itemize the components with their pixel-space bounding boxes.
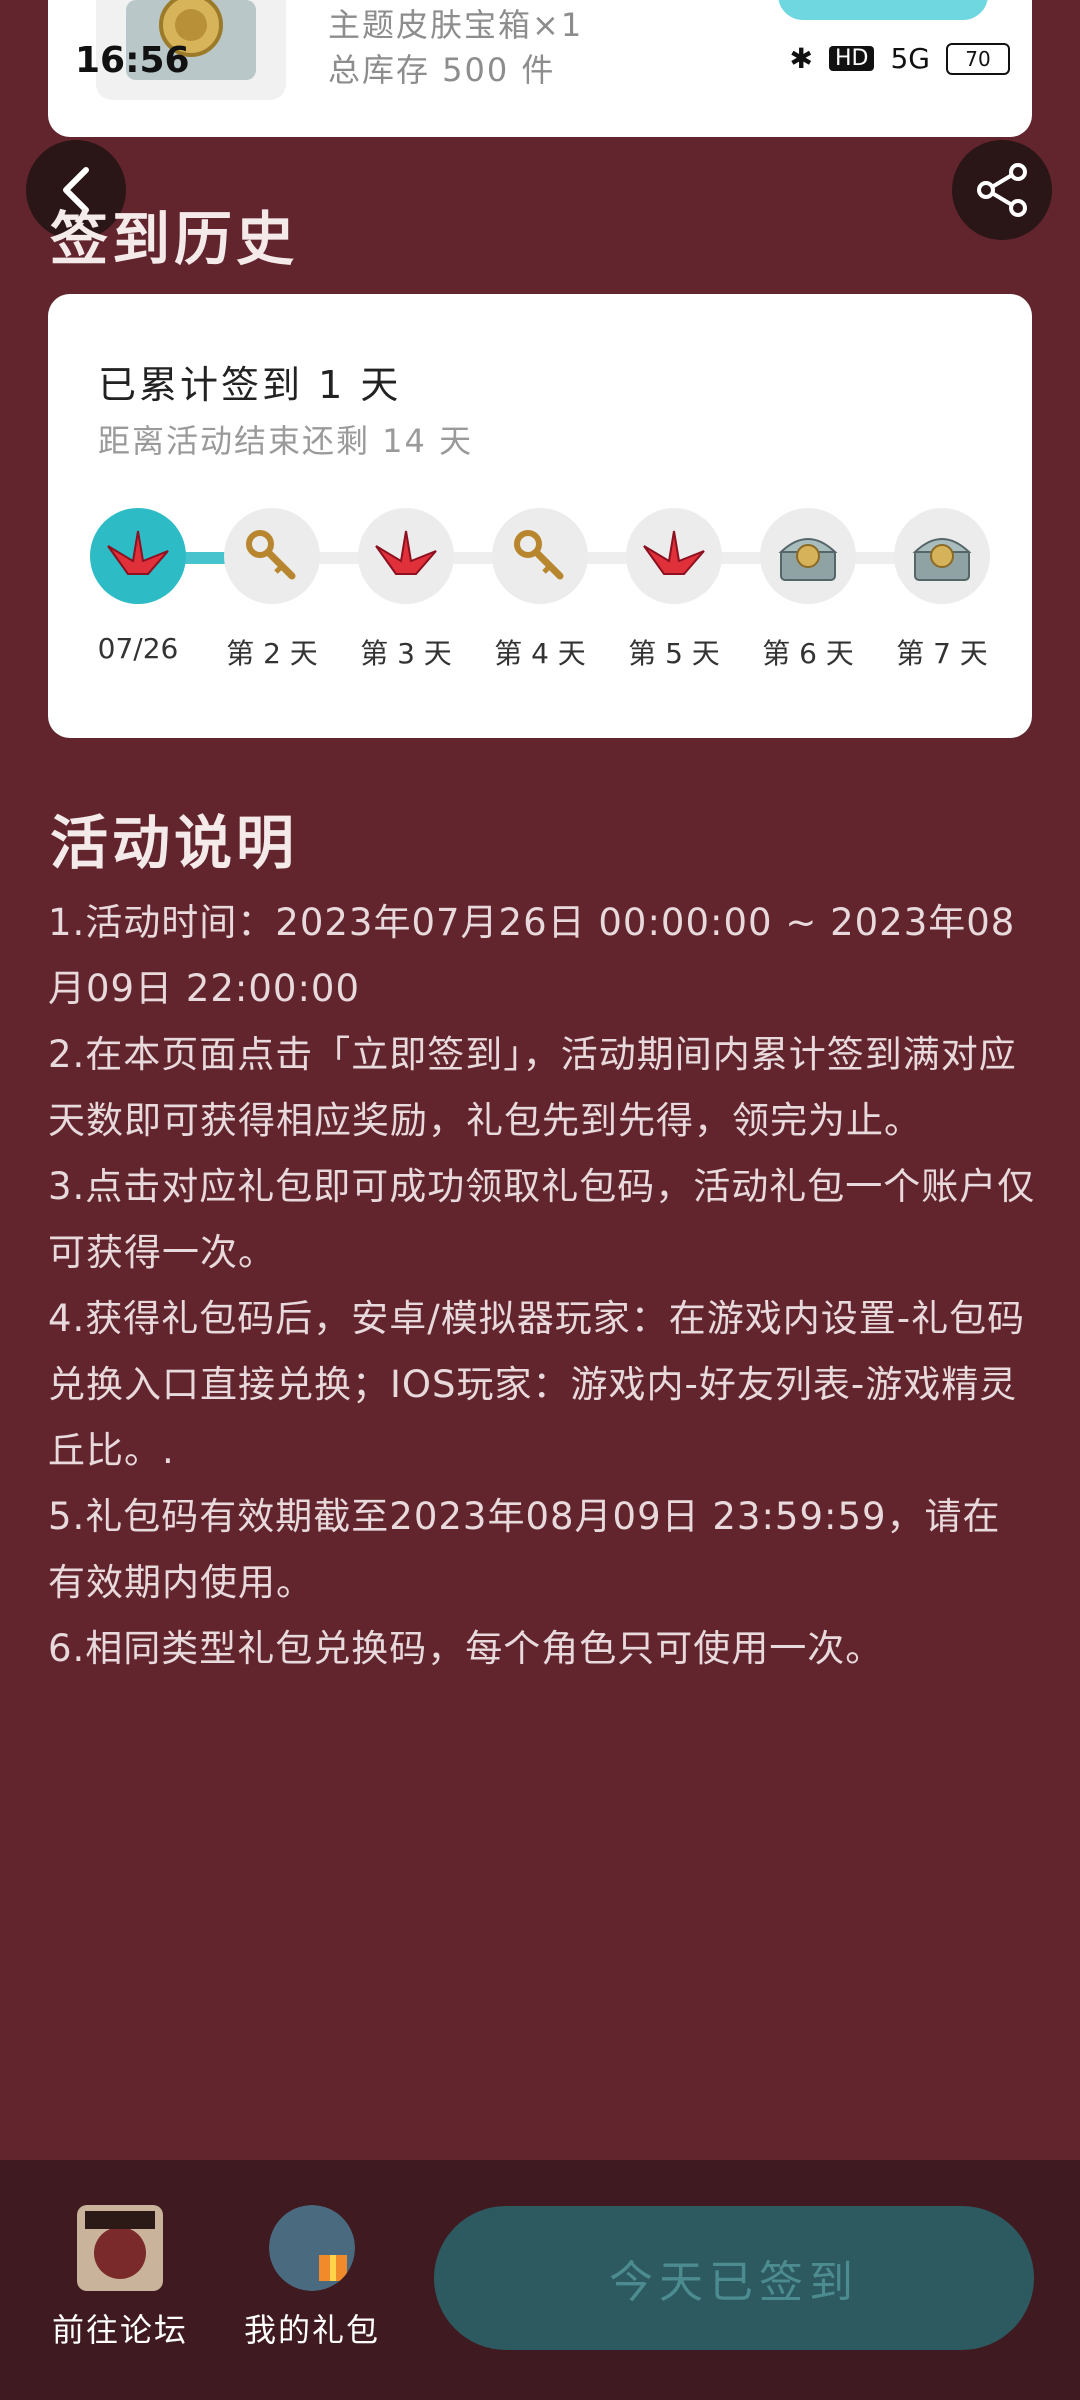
rules-text: 1.活动时间：2023年07月26日 00:00:00 ~ 2023年08月09…: [48, 890, 1038, 1682]
day-4-label: 第 4 天: [494, 637, 586, 670]
bluetooth-icon: ✱: [789, 42, 813, 75]
status-icons: ✱ HD 5G 70: [790, 42, 1010, 75]
rule-item: 5.礼包码有效期截至2023年08月09日 23:59:59，请在有效期内使用。: [48, 1495, 1001, 1604]
day-6-label: 第 6 天: [762, 637, 854, 670]
treasure-chest-icon: [778, 538, 838, 581]
battery-icon: 70: [946, 42, 1010, 75]
hd-icon: HD: [829, 46, 875, 71]
checkin-card: 已累计签到 1 天 距离活动结束还剩 14 天 07/26 第 2 天 第 3 …: [48, 294, 1032, 738]
paper-crane-icon: [375, 530, 437, 575]
forum-label: 前往论坛: [51, 2311, 188, 2349]
checked-in-button[interactable]: 今天已签到: [434, 2206, 1034, 2350]
share-button[interactable]: [952, 140, 1052, 240]
signal-icon: 5G: [890, 42, 930, 75]
treasure-chest-icon: [912, 538, 972, 581]
paper-crane-icon: [107, 530, 169, 575]
day-3-reward[interactable]: [358, 508, 454, 604]
rules-title: 活动说明: [50, 809, 299, 877]
claim-button[interactable]: [778, 0, 988, 20]
paper-crane-icon: [643, 530, 705, 575]
rule-item: 4.获得礼包码后，安卓/模拟器玩家：在游戏内设置-礼包码兑换入口直接兑换；IOS…: [48, 1297, 1026, 1472]
my-gifts-label: 我的礼包: [243, 2311, 380, 2349]
history-title: 签到历史: [50, 205, 299, 273]
day-5-reward[interactable]: [626, 508, 722, 604]
forum-icon: [77, 2205, 163, 2291]
rule-item: 6.相同类型礼包兑换码，每个角色只可使用一次。: [48, 1627, 884, 1670]
checkin-total: 已累计签到 1 天: [98, 363, 402, 407]
day-4-reward[interactable]: [492, 508, 588, 604]
day-3-label: 第 3 天: [360, 637, 452, 670]
day-5-label: 第 5 天: [628, 637, 720, 670]
forum-button[interactable]: 前往论坛: [40, 2205, 200, 2351]
rule-item: 2.在本页面点击「立即签到」，活动期间内累计签到满对应天数即可获得相应奖励，礼包…: [48, 1033, 1017, 1142]
reward-stock: 总库存 500 件: [328, 51, 556, 89]
gift-icon: [269, 2205, 355, 2291]
day-7-reward[interactable]: [894, 508, 990, 604]
status-time: 16:56: [75, 40, 190, 81]
share-icon: [977, 163, 1027, 217]
reward-name: 主题皮肤宝箱×1: [328, 6, 584, 44]
day-2-label: 第 2 天: [226, 637, 318, 670]
rule-item: 3.点击对应礼包即可成功领取礼包码，活动礼包一个账户仅可获得一次。: [48, 1165, 1036, 1274]
my-gifts-button[interactable]: 我的礼包: [232, 2205, 392, 2351]
day-7-label: 第 7 天: [896, 637, 988, 670]
day-2-reward[interactable]: [224, 508, 320, 604]
checkin-remaining: 距离活动结束还剩 14 天: [98, 422, 474, 460]
rule-item: 1.活动时间：2023年07月26日 00:00:00 ~ 2023年08月09…: [48, 901, 1016, 1010]
bottom-bar: 前往论坛 我的礼包 今天已签到: [0, 2160, 1080, 2400]
key-icon: [246, 530, 296, 580]
key-icon: [514, 530, 564, 580]
day-1-label: 07/26: [97, 632, 179, 665]
day-1-reward[interactable]: [90, 508, 186, 604]
day-6-reward[interactable]: [760, 508, 856, 604]
